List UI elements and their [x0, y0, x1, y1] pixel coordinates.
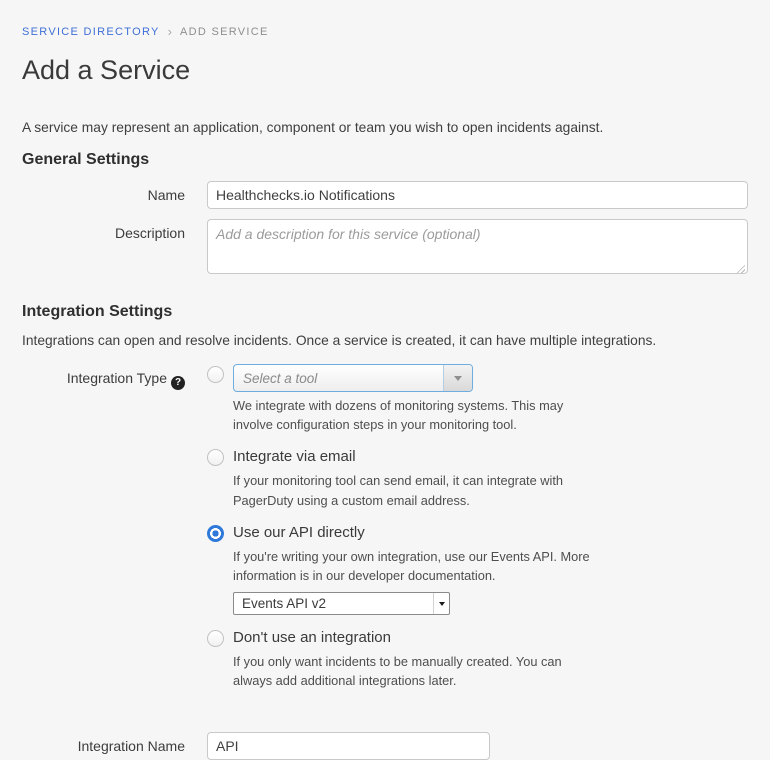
- option-none-label[interactable]: Don't use an integration: [233, 628, 595, 648]
- combobox-arrow-button[interactable]: [443, 365, 472, 391]
- breadcrumb: SERVICE DIRECTORY › ADD SERVICE: [22, 24, 748, 39]
- name-row: Name: [22, 181, 748, 209]
- integration-name-input[interactable]: [207, 732, 490, 760]
- tool-select-combobox[interactable]: Select a tool: [233, 364, 473, 392]
- radio-select-tool[interactable]: [207, 366, 224, 383]
- add-service-page: SERVICE DIRECTORY › ADD SERVICE Add a Se…: [0, 0, 770, 760]
- option-none-help: If you only want incidents to be manuall…: [233, 652, 595, 690]
- chevron-down-icon: [454, 376, 462, 381]
- chevron-down-icon: [439, 602, 445, 606]
- integration-name-row: Integration Name: [22, 732, 748, 760]
- page-intro-text: A service may represent an application, …: [22, 120, 748, 135]
- radio-email[interactable]: [207, 449, 224, 466]
- breadcrumb-add-service: ADD SERVICE: [180, 26, 269, 38]
- option-api: Use our API directly If you're writing y…: [207, 523, 748, 615]
- option-select-tool-help: We integrate with dozens of monitoring s…: [233, 396, 595, 434]
- option-select-tool: Select a tool We integrate with dozens o…: [207, 364, 748, 434]
- integration-name-label: Integration Name: [22, 732, 185, 760]
- select-arrow-area[interactable]: [433, 593, 449, 614]
- integration-type-label-text: Integration Type: [67, 370, 167, 386]
- description-row: Description: [22, 219, 748, 279]
- option-email-help: If your monitoring tool can send email, …: [233, 471, 595, 509]
- option-none: Don't use an integration If you only wan…: [207, 628, 748, 690]
- radio-none[interactable]: [207, 630, 224, 647]
- tool-select-placeholder: Select a tool: [234, 371, 443, 386]
- integration-intro-text: Integrations can open and resolve incide…: [22, 333, 748, 348]
- option-email-label[interactable]: Integrate via email: [233, 447, 595, 467]
- option-api-help: If you're writing your own integration, …: [233, 547, 595, 585]
- service-description-input[interactable]: [207, 219, 748, 274]
- breadcrumb-chevron-icon: ›: [168, 24, 172, 39]
- integration-type-label: Integration Type?: [22, 364, 185, 704]
- option-email: Integrate via email If your monitoring t…: [207, 447, 748, 509]
- general-settings-heading: General Settings: [22, 151, 748, 169]
- page-title: Add a Service: [22, 55, 748, 86]
- integration-type-row: Integration Type? Select a tool We integ…: [22, 364, 748, 704]
- option-api-label[interactable]: Use our API directly: [233, 523, 595, 543]
- name-label: Name: [22, 181, 185, 209]
- integration-settings-heading: Integration Settings: [22, 303, 748, 321]
- description-label: Description: [22, 219, 185, 279]
- help-icon[interactable]: ?: [171, 376, 185, 390]
- api-version-select[interactable]: Events API v2: [233, 592, 450, 615]
- api-version-selected-value: Events API v2: [234, 596, 433, 611]
- breadcrumb-service-directory[interactable]: SERVICE DIRECTORY: [22, 26, 160, 38]
- service-name-input[interactable]: [207, 181, 748, 209]
- radio-api[interactable]: [207, 525, 224, 542]
